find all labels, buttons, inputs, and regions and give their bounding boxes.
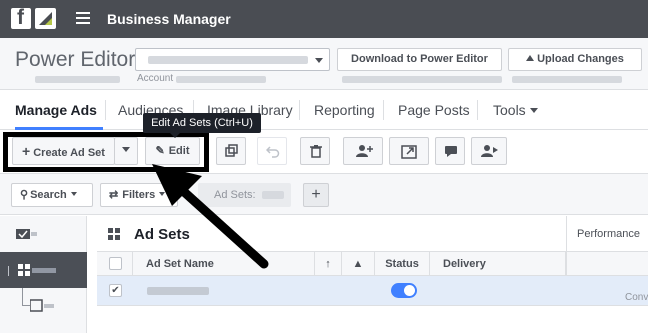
select-all-cell: [97, 252, 133, 276]
add-audience-icon: [356, 145, 373, 157]
sliders-icon: ⇄: [109, 189, 119, 201]
share-icon: [481, 145, 498, 157]
add-audience-button[interactable]: [343, 137, 383, 165]
ad-icon: [30, 299, 54, 312]
export-icon: [401, 145, 417, 159]
page-title: Power Editor: [15, 48, 136, 71]
tab-divider: [477, 100, 478, 120]
performance-partial-text: Conv: [625, 292, 648, 303]
redacted-ad-set-name: [147, 287, 209, 295]
search-button[interactable]: ⚲ Search: [11, 183, 93, 207]
table-header: Ad Sets Performance: [97, 216, 648, 252]
power-editor-bar: Power Editor Account Download to Power E…: [0, 38, 648, 90]
status-toggle[interactable]: [391, 283, 417, 298]
trash-icon: [310, 145, 322, 158]
redacted-account-name: [148, 56, 308, 64]
grid-icon: [18, 264, 56, 276]
account-select[interactable]: [135, 48, 330, 71]
comment-button[interactable]: [435, 137, 465, 165]
facebook-logo[interactable]: f: [11, 6, 31, 29]
delete-button[interactable]: [300, 137, 330, 165]
undo-icon: [266, 146, 280, 158]
warning-icon[interactable]: ▲: [342, 252, 375, 276]
chevron-down-icon: [70, 192, 77, 196]
tree-item-ad-sets[interactable]: [0, 252, 87, 288]
redacted-text: [512, 76, 622, 83]
tab-tools[interactable]: Tools: [493, 102, 538, 118]
grid-icon: [108, 228, 120, 240]
column-delivery[interactable]: Delivery: [430, 252, 566, 276]
column-status[interactable]: Status: [375, 252, 430, 276]
tab-reporting[interactable]: Reporting: [314, 102, 375, 118]
app-title: Business Manager: [107, 11, 231, 27]
filters-button[interactable]: ⇄ Filters: [100, 183, 178, 207]
hamburger-icon[interactable]: [76, 12, 90, 25]
redacted-text: [262, 191, 284, 199]
chevron-down-icon: [159, 192, 166, 196]
sort-arrow-icon[interactable]: ↑: [315, 252, 342, 276]
column-performance[interactable]: [566, 252, 648, 276]
upload-icon: [526, 55, 535, 61]
search-icon: ⚲: [20, 189, 29, 201]
download-button[interactable]: Download to Power Editor: [337, 48, 502, 71]
ad-sets-filter-chip[interactable]: Ad Sets:: [198, 183, 291, 207]
table-title: Ad Sets: [134, 226, 190, 243]
performance-column-header[interactable]: Performance: [566, 216, 648, 252]
edit-tooltip: Edit Ad Sets (Ctrl+U): [143, 113, 261, 133]
add-filter-button[interactable]: +: [303, 183, 329, 207]
row-checkbox-checked[interactable]: ✔: [109, 284, 122, 297]
active-tab-indicator: [15, 127, 103, 130]
share-button[interactable]: [471, 137, 507, 165]
tree-item-ads[interactable]: [0, 288, 87, 324]
tab-page-posts[interactable]: Page Posts: [398, 102, 470, 118]
table-row[interactable]: ✔: [97, 276, 648, 306]
undo-button[interactable]: [257, 137, 287, 165]
select-all-checkbox[interactable]: [109, 257, 122, 270]
account-label: Account: [137, 73, 174, 84]
upload-changes-button[interactable]: Upload Changes: [508, 48, 642, 71]
chevron-down-icon: [315, 58, 323, 63]
business-manager-logo-icon[interactable]: [35, 8, 56, 29]
filter-bar: ⚲ Search ⇄ Filters Ad Sets: +: [0, 173, 648, 215]
tree-line: [8, 266, 14, 276]
ad-sets-table: Ad Sets Performance Ad Set Name ↑ ▲ Stat…: [97, 216, 648, 333]
duplicate-button[interactable]: [216, 137, 246, 165]
top-bar: f Business Manager: [0, 0, 648, 38]
folder-check-icon: [16, 229, 37, 239]
tree-item-campaigns[interactable]: [0, 216, 87, 252]
export-button[interactable]: [389, 137, 429, 165]
tab-manage-ads[interactable]: Manage Ads: [15, 102, 97, 118]
tab-divider: [105, 100, 106, 120]
comment-icon: [445, 146, 457, 157]
tab-divider: [299, 100, 300, 120]
nav-tabs: Manage Ads Audiences Image Library Repor…: [0, 90, 648, 130]
tab-divider: [383, 100, 384, 120]
chevron-down-icon: [529, 108, 538, 113]
tooltip-tail: [170, 133, 180, 138]
highlight-box: [3, 132, 209, 172]
left-tree-nav: [0, 216, 87, 333]
redacted-account-id: [176, 76, 266, 83]
column-headers: Ad Set Name ↑ ▲ Status Delivery: [97, 252, 648, 276]
duplicate-icon: [225, 144, 238, 157]
column-ad-set-name[interactable]: Ad Set Name: [133, 252, 315, 276]
redacted-text: [342, 76, 502, 83]
redacted-text: [35, 76, 120, 83]
tree-line: [22, 288, 30, 306]
